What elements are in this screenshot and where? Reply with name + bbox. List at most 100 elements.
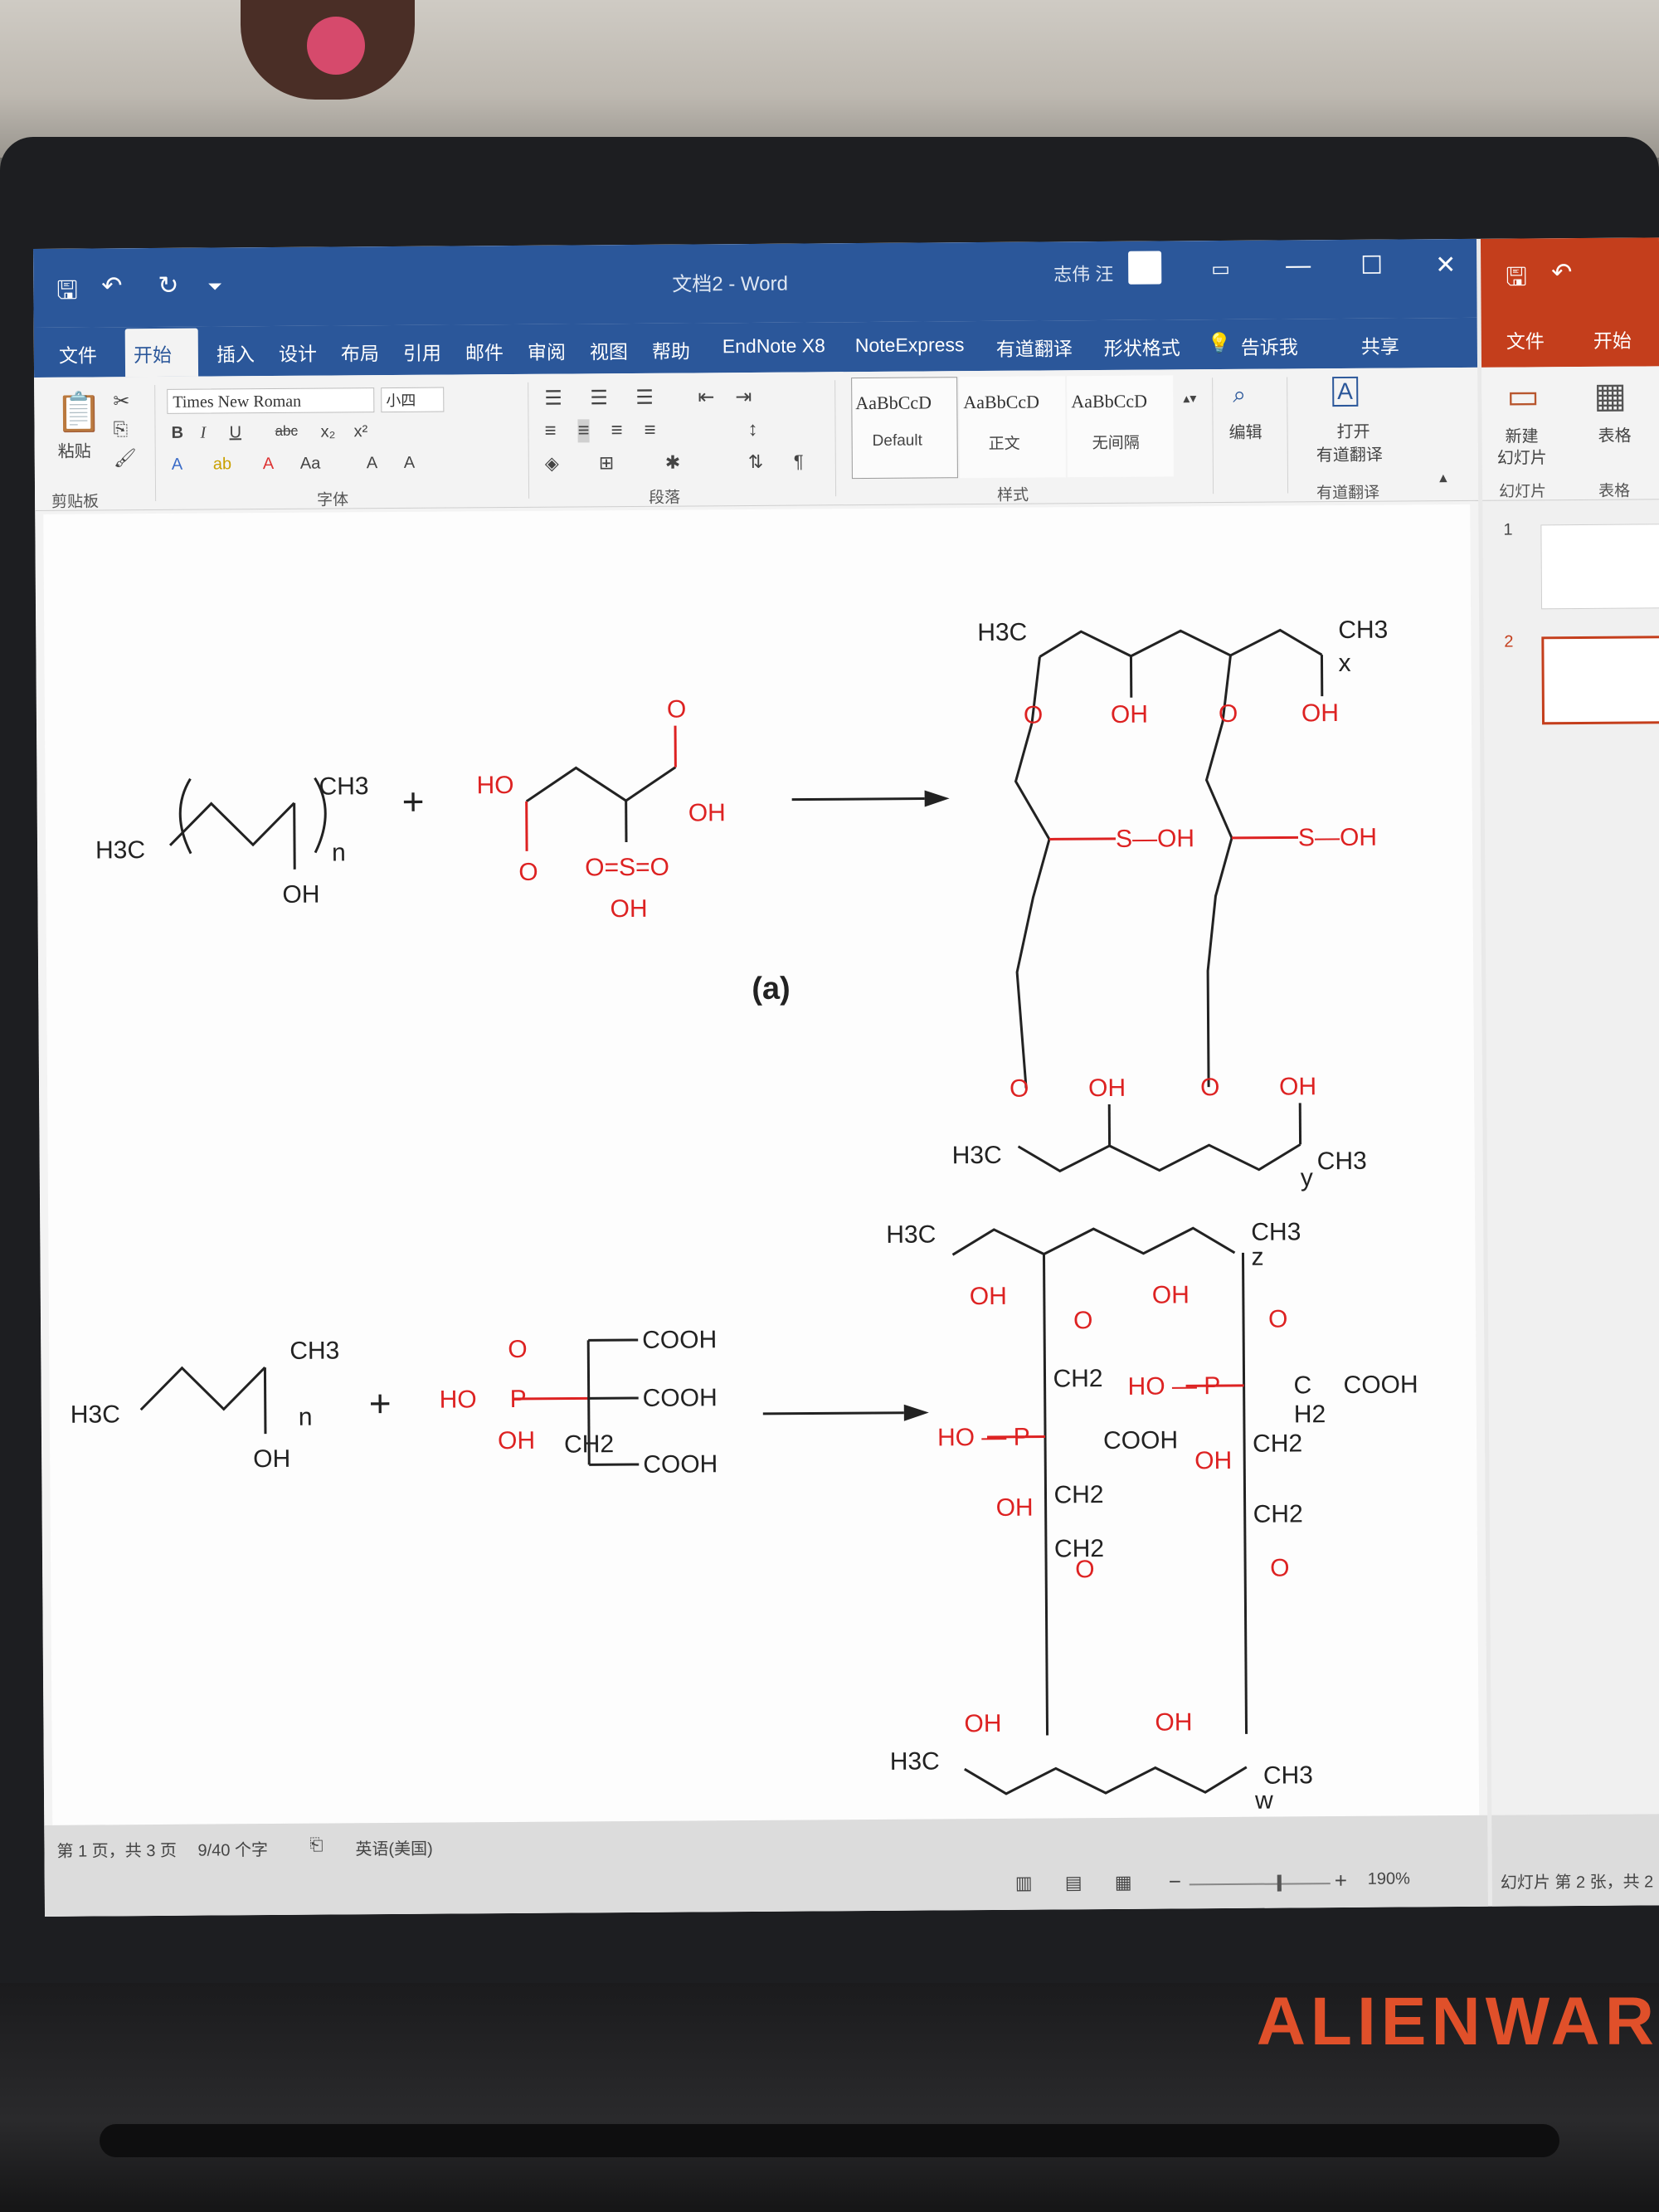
language[interactable]: 英语(美国) xyxy=(355,1835,433,1860)
open-label[interactable]: 打开 xyxy=(1336,418,1370,442)
indent-icon[interactable]: ⇤ xyxy=(698,385,714,409)
tab-shape-format[interactable]: 形状格式 xyxy=(1104,332,1180,361)
new-slide-label-2[interactable]: 幻灯片 xyxy=(1497,444,1547,468)
label-oh: OH xyxy=(964,1710,1001,1737)
subscript-button[interactable]: x₂ xyxy=(320,422,335,441)
avatar[interactable] xyxy=(1128,251,1162,285)
slide-thumbnail-2[interactable] xyxy=(1541,636,1659,725)
tab-design[interactable]: 设计 xyxy=(279,339,317,367)
ppt-tab-file[interactable]: 文件 xyxy=(1506,325,1545,353)
user-name[interactable]: 志伟 汪 xyxy=(1053,260,1113,287)
paste-label[interactable]: 粘贴 xyxy=(58,438,91,462)
highlight-icon[interactable]: ab xyxy=(213,455,231,474)
proofing-icon[interactable]: ⎗ xyxy=(309,1836,323,1855)
align-left-icon[interactable]: ≡ xyxy=(544,420,556,443)
text-effects-icon[interactable]: A xyxy=(172,456,183,475)
font-name-dropdown[interactable]: Times New Roman xyxy=(167,387,375,414)
ribbon-display-icon[interactable]: ▭ xyxy=(1211,257,1230,281)
ppt-save-icon[interactable]: 🖫 xyxy=(1506,258,1527,300)
label-s-oh: S—OH xyxy=(1298,824,1377,852)
label-o: O xyxy=(518,859,538,886)
style-name: Default xyxy=(872,431,922,450)
youdao-translate-label[interactable]: 有道翻译 xyxy=(1316,441,1383,466)
zoom-in-button[interactable]: + xyxy=(1335,1868,1347,1893)
italic-button[interactable]: I xyxy=(200,424,206,443)
bold-button[interactable]: B xyxy=(171,424,183,443)
tab-view[interactable]: 视图 xyxy=(590,336,628,364)
customize-qat-icon[interactable]: ⏷ xyxy=(207,275,222,297)
share-button[interactable]: 共享 xyxy=(1361,331,1399,359)
align-right-icon[interactable]: ≡ xyxy=(611,419,622,442)
new-slide-icon[interactable]: ▭ xyxy=(1506,375,1540,416)
table-icon[interactable]: ▦ xyxy=(1593,375,1627,416)
slide-thumbnail-1[interactable] xyxy=(1540,524,1659,610)
minimize-icon[interactable]: — xyxy=(1286,251,1311,280)
change-case-icon[interactable]: Aa xyxy=(300,455,321,474)
document-page[interactable]: H3C CH3 n OH + HO OH O O O=S=O OH H3C CH… xyxy=(43,504,1480,1825)
font-color-icon[interactable]: A xyxy=(263,455,275,474)
tab-youdao[interactable]: 有道翻译 xyxy=(996,333,1073,362)
tab-file[interactable]: 文件 xyxy=(59,339,97,368)
ppt-undo-icon[interactable]: ↶ xyxy=(1551,258,1572,287)
tab-insert[interactable]: 插入 xyxy=(216,339,255,367)
editing-label[interactable]: 编辑 xyxy=(1228,419,1262,443)
close-icon[interactable]: ✕ xyxy=(1435,251,1456,280)
tab-review[interactable]: 审阅 xyxy=(528,337,566,365)
cut-icon[interactable]: ✂ xyxy=(113,389,129,413)
copy-icon[interactable]: ⎘ xyxy=(113,418,128,440)
sort-icon[interactable]: ⇅ xyxy=(748,451,764,473)
shrink-font-icon[interactable]: A xyxy=(404,454,416,473)
borders-icon[interactable]: ⊞ xyxy=(599,452,615,474)
tab-endnote[interactable]: EndNote X8 xyxy=(722,334,825,358)
maximize-icon[interactable]: ☐ xyxy=(1360,251,1383,280)
tab-references[interactable]: 引用 xyxy=(403,338,441,366)
styles-group-label: 样式 xyxy=(997,486,1029,504)
strikethrough-button[interactable]: abc xyxy=(275,423,298,440)
table-label[interactable]: 表格 xyxy=(1598,422,1632,446)
paste-icon[interactable]: 📋 xyxy=(55,389,103,435)
tab-layout[interactable]: 布局 xyxy=(341,338,379,366)
word-count[interactable]: 9/40 个字 xyxy=(197,1836,268,1861)
font-size-dropdown[interactable]: 小四 xyxy=(381,387,445,413)
web-layout-icon[interactable]: ▦ xyxy=(1115,1872,1132,1893)
undo-icon[interactable]: ↶ xyxy=(101,271,122,300)
print-layout-icon[interactable]: ▤ xyxy=(1065,1872,1082,1893)
read-mode-icon[interactable]: ▥ xyxy=(1015,1873,1033,1894)
label-c: C xyxy=(1293,1372,1311,1399)
tab-noteexpress[interactable]: NoteExpress xyxy=(855,334,965,357)
outdent-icon[interactable]: ⇥ xyxy=(735,385,752,409)
save-icon[interactable]: 🖫 xyxy=(56,272,78,314)
collapse-ribbon-icon[interactable]: ▲ xyxy=(1437,471,1450,486)
label-ch2: CH2 xyxy=(564,1430,614,1458)
superscript-button[interactable]: x² xyxy=(353,422,367,441)
find-icon[interactable]: ⌕ xyxy=(1233,382,1246,409)
align-center-icon[interactable]: ≡ xyxy=(577,419,590,443)
justify-icon[interactable]: ≡ xyxy=(644,419,655,442)
tell-me-search[interactable]: 告诉我 xyxy=(1241,331,1298,359)
zoom-out-button[interactable]: − xyxy=(1169,1869,1181,1894)
new-slide-label[interactable]: 新建 xyxy=(1506,422,1539,446)
product-b-bottom-chain xyxy=(964,1766,1248,1795)
chinese-layout-icon[interactable]: ✱ xyxy=(665,452,681,474)
grow-font-icon[interactable]: A xyxy=(367,454,378,473)
line-spacing-icon[interactable]: ↕ xyxy=(747,418,757,441)
ppt-tab-home[interactable]: 开始 xyxy=(1593,325,1632,353)
zoom-level[interactable]: 190% xyxy=(1368,1869,1410,1888)
tab-home[interactable]: 开始 xyxy=(134,339,172,368)
label-o: O xyxy=(1219,700,1238,728)
format-painter-icon[interactable]: 🖌 xyxy=(114,447,137,469)
redo-icon[interactable]: ↻ xyxy=(158,271,178,300)
tab-help[interactable]: 帮助 xyxy=(652,335,690,363)
show-marks-icon[interactable]: ¶ xyxy=(794,451,804,473)
numbering-icon[interactable]: ☰ xyxy=(590,386,608,410)
bullets-icon[interactable]: ☰ xyxy=(544,387,562,411)
multilevel-list-icon[interactable]: ☰ xyxy=(635,386,654,410)
page-count[interactable]: 第 1 页，共 3 页 xyxy=(56,1837,177,1862)
underline-button[interactable]: U xyxy=(229,423,241,442)
label-oh: OH xyxy=(1279,1073,1316,1100)
tab-mailings[interactable]: 邮件 xyxy=(465,337,504,365)
shading-icon[interactable]: ◈ xyxy=(545,453,559,475)
translate-icon[interactable]: A xyxy=(1332,376,1359,407)
zoom-slider-thumb[interactable] xyxy=(1277,1874,1282,1892)
styles-scroll-icon[interactable]: ▴▾ xyxy=(1183,390,1196,407)
